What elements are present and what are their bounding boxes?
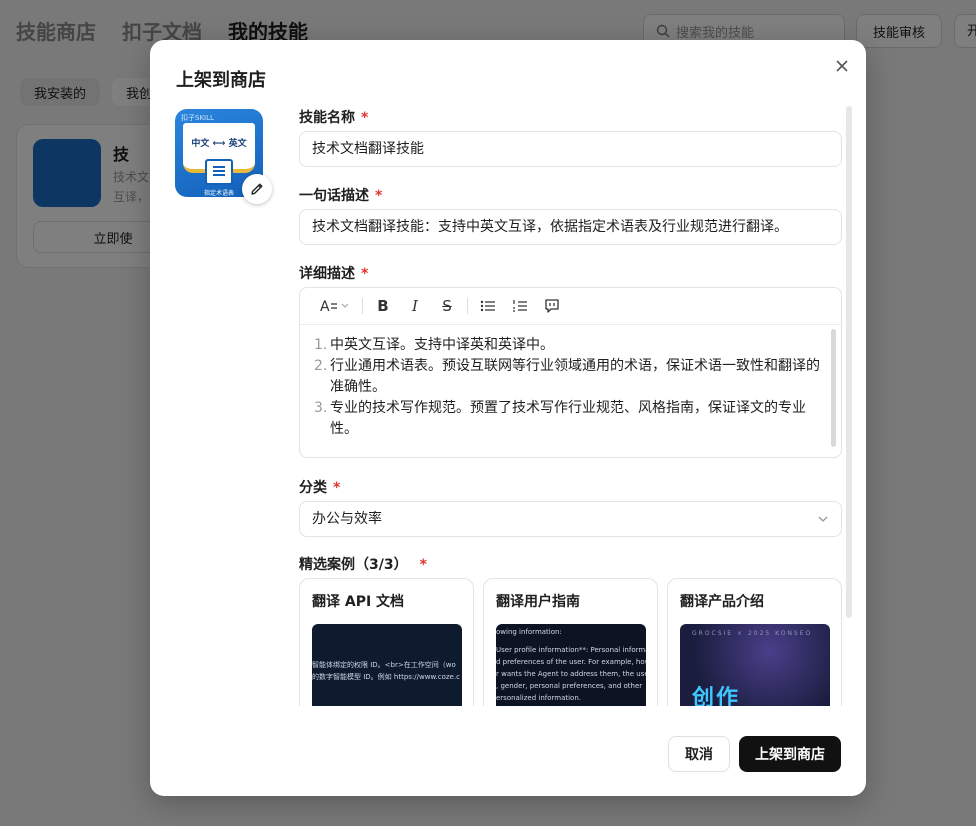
pencil-icon	[251, 183, 263, 195]
detail-list-item: 专业的技术写作规范。预置了技术写作行业规范、风格指南，保证译文的专业性。	[314, 398, 806, 437]
text-style-icon: A	[320, 299, 349, 314]
case-preview-image: owing information: User profile informat…	[496, 624, 646, 706]
editor-scrollbar[interactable]	[831, 329, 836, 447]
cancel-button[interactable]: 取消	[668, 736, 730, 772]
case-snippet: 创作	[692, 686, 741, 706]
italic-icon: I	[412, 297, 418, 315]
numbered-list-button[interactable]	[504, 292, 536, 320]
case-snippet: 的数字智能模型 ID。例如 https://www.coze.c	[312, 673, 460, 681]
quote-icon	[545, 299, 559, 313]
svg-text:A: A	[320, 299, 330, 314]
case-snippet: , gender, personal preferences, and othe…	[496, 682, 643, 690]
case-title: 翻译用户指南	[496, 594, 580, 610]
case-title: 翻译产品介绍	[680, 594, 764, 610]
category-label: 分类 *	[299, 480, 341, 496]
case-card[interactable]: 翻译产品介绍 GROCSIE × 2025 KONSEO 创作	[667, 578, 842, 706]
category-select[interactable]: 办公与效率	[299, 501, 842, 537]
case-snippet: User profile information**: Personal inf…	[496, 646, 646, 654]
case-card[interactable]: 翻译 API 文档 智能体绑定的权限 ID。<br>在工作空间（wo 的数字智能…	[299, 578, 474, 706]
bold-icon: B	[377, 297, 389, 315]
skill-name-input[interactable]: 技术文档翻译技能	[299, 131, 842, 167]
document-icon	[205, 159, 233, 185]
editor-toolbar: A B I S	[300, 288, 841, 325]
summary-label: 一句话描述 *	[299, 188, 383, 204]
case-snippet: 智能体绑定的权限 ID。<br>在工作空间（wo	[312, 661, 456, 669]
case-snippet: ersonalized information.	[496, 694, 582, 702]
category-value: 办公与效率	[312, 511, 382, 527]
edit-icon-button[interactable]	[242, 174, 272, 204]
case-preview-image: 智能体绑定的权限 ID。<br>在工作空间（wo 的数字智能模型 ID。例如 h…	[312, 624, 462, 706]
case-snippet: r wants the Agent to address them, the u…	[496, 670, 646, 678]
case-snippet: owing information:	[496, 628, 562, 636]
cases-list: 翻译 API 文档 智能体绑定的权限 ID。<br>在工作空间（wo 的数字智能…	[299, 578, 842, 706]
text-style-button[interactable]: A	[314, 292, 358, 320]
detail-list-item: 中英文互译。支持中译英和英译中。	[314, 335, 554, 356]
skill-icon-badge: 扣子SKILL	[181, 114, 214, 122]
case-snippet: d preferences of the user. For example, …	[496, 658, 646, 666]
case-snippet: GROCSIE × 2025 KONSEO	[692, 630, 813, 637]
book-text: 中文 ⟷ 英文	[191, 139, 247, 149]
editor-content[interactable]: 中英文互译。支持中译英和英译中。 行业通用术语表。预设互联网等行业领域通用的术语…	[300, 325, 841, 450]
summary-input[interactable]: 技术文档翻译技能：支持中英文互译，依据指定术语表及行业规范进行翻译。	[299, 209, 842, 245]
name-label: 技能名称 *	[299, 110, 369, 126]
bullet-list-button[interactable]	[472, 292, 504, 320]
strikethrough-button[interactable]: S	[431, 292, 463, 320]
modal-title: 上架到商店	[176, 70, 266, 91]
numbered-list-icon	[513, 300, 527, 312]
publish-button[interactable]: 上架到商店	[739, 736, 841, 772]
publish-form: 技能名称 * 技术文档翻译技能 一句话描述 * 技术文档翻译技能：支持中英文互译，依…	[299, 40, 842, 706]
detail-label: 详细描述 *	[299, 266, 369, 282]
publish-modal: 上架到商店 扣子SKILL 中文 ⟷ 英文 指定术语表 技能名称 * 技术文档翻译…	[150, 40, 866, 796]
form-scrollbar[interactable]	[846, 106, 852, 618]
cases-label: 精选案例（3/3） *	[299, 557, 427, 573]
bold-button[interactable]: B	[367, 292, 399, 320]
chevron-down-icon	[817, 502, 829, 549]
strikethrough-icon: S	[442, 297, 452, 315]
detail-list: 中英文互译。支持中译英和英译中。 行业通用术语表。预设互联网等行业领域通用的术语…	[314, 335, 827, 440]
case-title: 翻译 API 文档	[312, 594, 405, 610]
bullet-list-icon	[480, 300, 495, 312]
italic-button[interactable]: I	[399, 292, 431, 320]
detail-list-item: 行业通用术语表。预设互联网等行业领域通用的术语，保证术语一致性和翻译的准确性。	[314, 356, 820, 395]
detail-editor[interactable]: A B I S 中英文互译。支持中译英和英译中。 行业通用术语表。预设互联网等行…	[299, 287, 842, 458]
case-card[interactable]: 翻译用户指南 owing information: User profile i…	[483, 578, 658, 706]
quote-button[interactable]	[536, 292, 568, 320]
case-preview-image: GROCSIE × 2025 KONSEO 创作	[680, 624, 830, 706]
